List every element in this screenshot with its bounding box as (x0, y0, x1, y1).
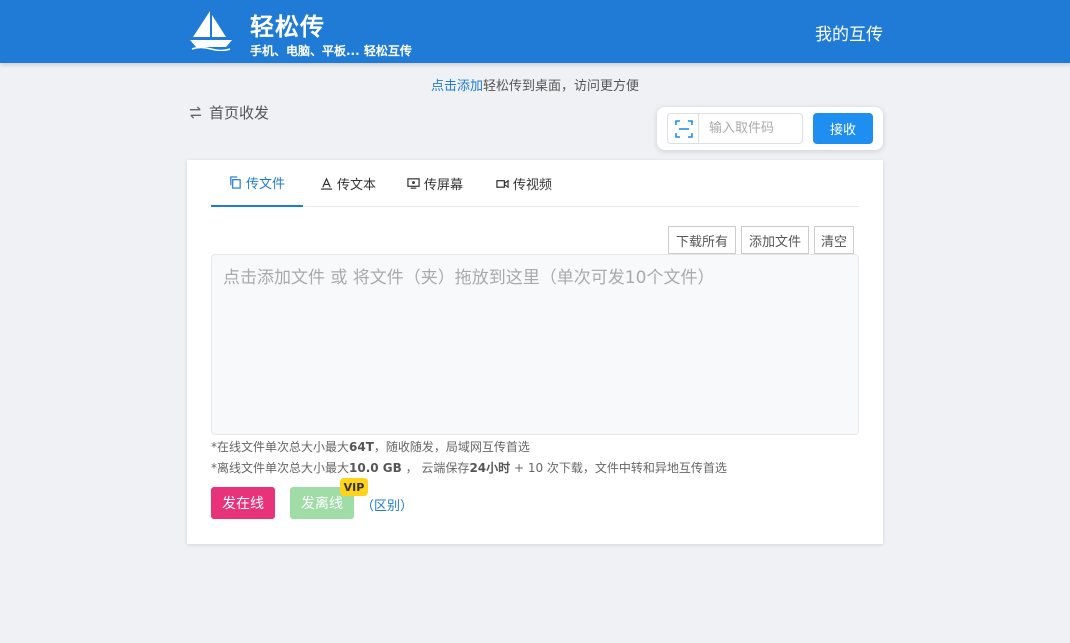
text-icon (320, 177, 333, 190)
tab-send-text[interactable]: 传文本 (320, 160, 376, 207)
online-note: *在线文件单次总大小最大64T，随收随发，局域网互传首选 (211, 438, 530, 455)
add-file-button[interactable]: 添加文件 (741, 226, 809, 254)
tab-label: 传文件 (245, 177, 285, 192)
add-to-desktop-hint: 点击添加轻松传到桌面，访问更方便 (0, 75, 1070, 94)
file-dropzone[interactable]: 点击添加文件 或 将文件（夹）拖放到这里（单次可发10个文件） (211, 254, 859, 435)
brand-title[interactable]: 轻松传 (250, 7, 325, 42)
add-to-desktop-link[interactable]: 点击添加 (431, 79, 483, 94)
download-all-button[interactable]: 下载所有 (668, 226, 736, 254)
hint-text: 轻松传到桌面，访问更方便 (483, 79, 640, 94)
tab-label: 传文本 (337, 178, 377, 193)
copy-icon (230, 176, 241, 189)
monitor-icon (407, 178, 420, 189)
note-text: + 10 次下载，文件中转和异地互传首选 (510, 461, 727, 475)
tab-send-file[interactable]: 传文件 (211, 160, 303, 207)
note-text: *离线文件单次总大小最大 (211, 461, 350, 475)
note-size: 64T (349, 440, 374, 454)
clear-button[interactable]: 清空 (814, 226, 854, 254)
vip-badge: VIP (340, 478, 368, 496)
dropzone-placeholder: 点击添加文件 或 将文件（夹）拖放到这里（单次可发10个文件） (223, 268, 715, 288)
swap-arrows-icon (189, 106, 202, 119)
receive-button[interactable]: 接收 (813, 113, 873, 144)
tab-label: 传视频 (513, 178, 553, 193)
note-text: ， 云端保存 (401, 461, 470, 475)
send-online-button[interactable]: 发在线 (211, 487, 275, 519)
brand-subtitle: 手机、电脑、平板... 轻松互传 (250, 44, 412, 58)
tab-send-video[interactable]: 传视频 (496, 160, 552, 207)
breadcrumb: 首页收发 (188, 102, 269, 123)
transfer-tabs: 传文件 传文本 传屏幕 传视频 (211, 160, 859, 207)
scan-icon (674, 119, 693, 138)
tab-send-screen[interactable]: 传屏幕 (407, 160, 463, 207)
video-icon (496, 179, 509, 189)
tab-label: 传屏幕 (424, 178, 464, 193)
breadcrumb-label: 首页收发 (209, 104, 270, 122)
note-size: 10.0 GB (349, 461, 402, 475)
scan-button[interactable] (667, 113, 699, 144)
receive-panel: 接收 (657, 107, 883, 150)
sailboat-icon[interactable] (188, 9, 234, 51)
my-transfer-link[interactable]: 我的互传 (815, 20, 883, 45)
pickup-code-input[interactable] (698, 113, 803, 144)
difference-link[interactable]: （区别） (361, 495, 413, 514)
transfer-card: 传文件 传文本 传屏幕 传视频 下载所有 添加文件 清空 点击添加文件 或 将文… (187, 160, 883, 544)
note-hours: 24小时 (469, 461, 511, 475)
offline-note: *离线文件单次总大小最大10.0 GB ， 云端保存24小时 + 10 次下载，… (211, 459, 727, 476)
note-text: ，随收随发，局域网互传首选 (373, 440, 530, 454)
top-header: 轻松传 手机、电脑、平板... 轻松互传 我的互传 (0, 0, 1070, 63)
note-text: *在线文件单次总大小最大 (211, 440, 350, 454)
